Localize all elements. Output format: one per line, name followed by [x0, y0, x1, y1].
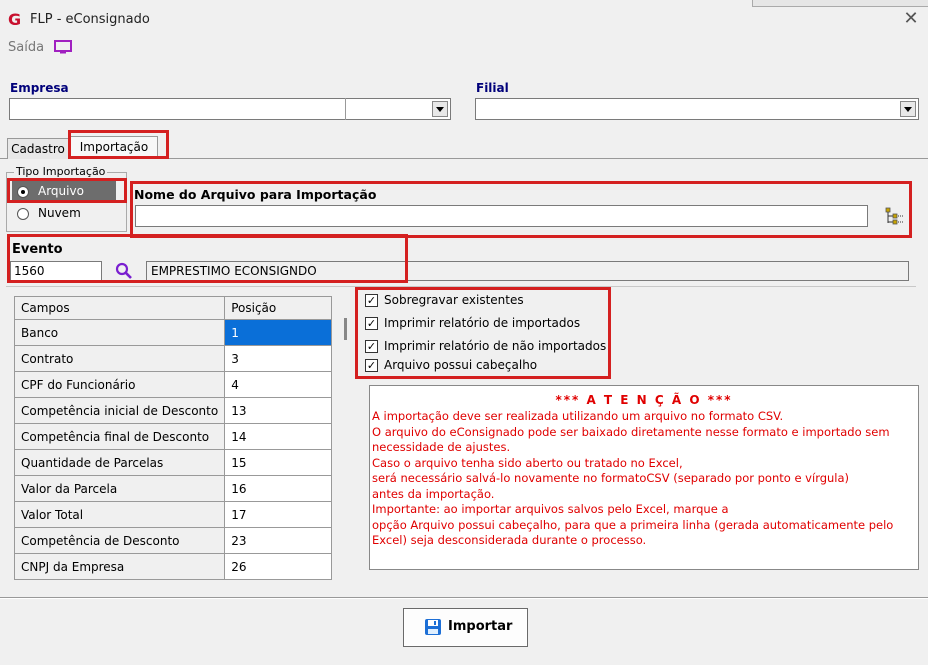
- posicao-cell[interactable]: 4: [224, 371, 332, 398]
- checkbox-relatorio-nao-importados-label: Imprimir relatório de não importados: [384, 339, 607, 353]
- posicao-cell[interactable]: 1: [224, 319, 332, 346]
- table-row[interactable]: Quantidade de Parcelas 15: [14, 449, 332, 476]
- header-posicao: Posição: [224, 296, 332, 320]
- search-icon[interactable]: [115, 262, 133, 280]
- checkbox-cabecalho[interactable]: ✓: [365, 359, 378, 372]
- campo-cell: Quantidade de Parcelas: [14, 449, 226, 476]
- tab-cadastro[interactable]: Cadastro: [7, 138, 69, 159]
- radio-arquivo[interactable]: [17, 186, 29, 198]
- window-title: FLP - eConsignado: [30, 12, 150, 27]
- import-type-legend: Tipo Importação: [14, 165, 108, 178]
- campo-cell: Competência final de Desconto: [14, 423, 226, 450]
- posicao-cell[interactable]: 17: [224, 501, 332, 528]
- campo-cell: Valor da Parcela: [14, 475, 226, 502]
- fields-table-container: Campos Posição Banco 1 Contrato 3 CPF do F…: [14, 296, 332, 586]
- file-label: Nome do Arquivo para Importação: [134, 187, 377, 202]
- attention-line: O arquivo do eConsignado pode ser baixad…: [372, 424, 890, 439]
- chevron-down-icon[interactable]: [900, 101, 916, 117]
- posicao-cell[interactable]: 3: [224, 345, 332, 372]
- campo-cell: Contrato: [14, 345, 226, 372]
- table-row[interactable]: Competência inicial de Desconto 13: [14, 397, 332, 424]
- attention-line: A importação deve ser realizada utilizan…: [372, 409, 784, 423]
- header-campos: Campos: [14, 296, 226, 320]
- posicao-cell[interactable]: 26: [224, 553, 332, 580]
- campo-cell: Competência inicial de Desconto: [14, 397, 226, 424]
- exit-menu[interactable]: Saída: [8, 40, 44, 55]
- import-button-label: Importar: [448, 619, 513, 634]
- evento-label: Evento: [12, 242, 63, 257]
- app-logo-icon: G: [8, 10, 22, 29]
- checkbox-sobregravar[interactable]: ✓: [365, 294, 378, 307]
- table-row[interactable]: CPF do Funcionário 4: [14, 371, 332, 398]
- checkbox-relatorio-importados[interactable]: ✓: [365, 317, 378, 330]
- posicao-cell[interactable]: 16: [224, 475, 332, 502]
- posicao-cell[interactable]: 14: [224, 423, 332, 450]
- empresa-label: Empresa: [10, 81, 69, 95]
- file-input[interactable]: [135, 205, 868, 227]
- save-icon: [425, 619, 441, 635]
- posicao-cell[interactable]: 15: [224, 449, 332, 476]
- empresa-select[interactable]: [9, 98, 451, 120]
- campo-cell: Banco: [14, 319, 226, 346]
- radio-nuvem[interactable]: [17, 208, 29, 220]
- table-row[interactable]: CNPJ da Empresa 26: [14, 553, 332, 580]
- radio-arquivo-label: Arquivo: [38, 184, 84, 198]
- attention-line: Excel) seja desconsiderada durante o pro…: [372, 533, 647, 547]
- table-header-row: Campos Posição: [14, 296, 332, 320]
- tab-importacao[interactable]: Importação: [70, 136, 158, 159]
- splitter-handle[interactable]: [344, 318, 347, 340]
- checkbox-relatorio-importados-label: Imprimir relatório de importados: [384, 316, 581, 330]
- campo-cell: Valor Total: [14, 501, 226, 528]
- attention-title: *** A T E N Ç Ã O ***: [555, 393, 733, 407]
- posicao-cell[interactable]: 23: [224, 527, 332, 554]
- campo-cell: CNPJ da Empresa: [14, 553, 226, 580]
- attention-line: Importante: ao importar arquivos salvos …: [372, 502, 729, 516]
- table-row[interactable]: Competência final de Desconto 14: [14, 423, 332, 450]
- table-row[interactable]: Banco 1: [14, 319, 332, 346]
- filial-label: Filial: [476, 81, 509, 95]
- folder-tree-icon[interactable]: [884, 206, 904, 226]
- posicao-cell[interactable]: 13: [224, 397, 332, 424]
- table-row[interactable]: Competência de Desconto 23: [14, 527, 332, 554]
- radio-nuvem-label: Nuvem: [38, 206, 81, 220]
- filial-select[interactable]: [475, 98, 919, 120]
- attention-line: Caso o arquivo tenha sido aberto ou trat…: [372, 455, 683, 470]
- table-row[interactable]: Contrato 3: [14, 345, 332, 372]
- attention-box: *** A T E N Ç Ã O *** A importação deve …: [369, 385, 919, 570]
- chevron-down-icon[interactable]: [432, 101, 448, 117]
- close-icon[interactable]: ✕: [900, 8, 922, 30]
- campo-cell: Competência de Desconto: [14, 527, 226, 554]
- attention-line: necessidade de ajustes.: [372, 440, 511, 454]
- attention-line: antes da importação.: [372, 486, 495, 501]
- checkbox-sobregravar-label: Sobregravar existentes: [384, 293, 524, 307]
- table-row[interactable]: Valor Total 17: [14, 501, 332, 528]
- attention-line: será necessário salvá-lo novamente no fo…: [372, 471, 850, 485]
- evento-code-input[interactable]: 1560: [10, 261, 102, 281]
- checkbox-cabecalho-label: Arquivo possui cabeçalho: [384, 358, 538, 372]
- campo-cell: CPF do Funcionário: [14, 371, 226, 398]
- attention-line: opção Arquivo possui cabeçalho, para que…: [372, 517, 894, 532]
- checkbox-relatorio-nao-importados[interactable]: ✓: [365, 340, 378, 353]
- monitor-icon[interactable]: [54, 40, 72, 54]
- table-row[interactable]: Valor da Parcela 16: [14, 475, 332, 502]
- import-button[interactable]: Importar: [403, 608, 528, 647]
- background-window-strip: [752, 0, 928, 7]
- fields-table: Campos Posição Banco 1 Contrato 3 CPF do F…: [14, 296, 332, 580]
- evento-description: EMPRESTIMO ECONSIGNDO: [146, 261, 909, 281]
